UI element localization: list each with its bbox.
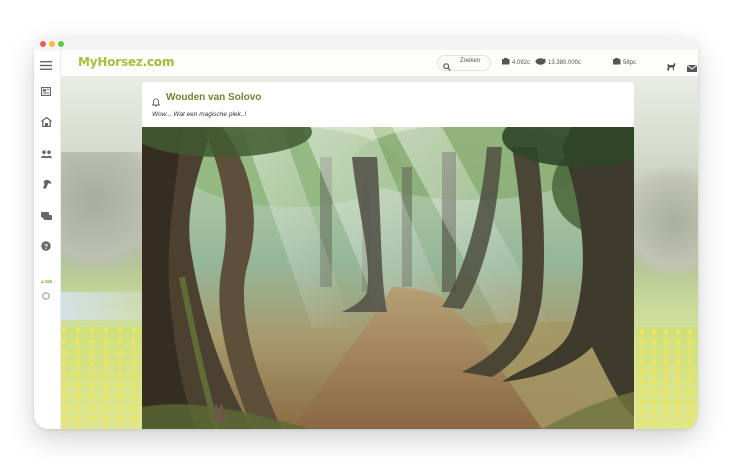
badge-label: ▲158: [40, 278, 52, 284]
search-icon: [443, 58, 451, 76]
circle-icon[interactable]: [40, 290, 52, 302]
location-subtitle: Wow... Wat een magische plek..!: [152, 111, 247, 118]
horse-silhouette-icon[interactable]: [666, 58, 676, 76]
search-box[interactable]: Zoeken: [437, 55, 491, 71]
forest-scene-svg: [142, 127, 634, 429]
points-stat: 58pc: [613, 58, 636, 67]
maximize-window-button[interactable]: [58, 41, 64, 47]
notification-badge: ▲158: [39, 275, 53, 287]
points-icon: [613, 58, 621, 67]
money-value: 13.380.000c: [548, 59, 582, 66]
mail-icon[interactable]: [686, 59, 698, 77]
chat-icon[interactable]: [40, 210, 52, 222]
browser-window: ? ▲158 MyHorsez.com Zoeken 4.092c 13.380…: [34, 37, 698, 429]
search-label: Zoeken: [460, 58, 481, 64]
sidebar: ? ▲158: [34, 50, 61, 429]
points-value: 58pc: [623, 59, 637, 66]
news-icon[interactable]: [40, 85, 52, 97]
bell-icon: [151, 94, 161, 112]
background-flowers-right: [636, 327, 698, 429]
location-card: Wouden van Solovo Wow... Wat een magisch…: [142, 82, 634, 429]
menu-icon[interactable]: [40, 59, 52, 71]
logo-domain: .com: [142, 55, 175, 69]
coins-icon: [502, 58, 510, 67]
close-window-button[interactable]: [40, 41, 46, 47]
help-icon[interactable]: ?: [40, 240, 52, 252]
logo-text: MyHorsez: [78, 55, 143, 69]
location-title: Wouden van Solovo: [166, 92, 262, 103]
community-icon[interactable]: [40, 148, 52, 160]
minimize-window-button[interactable]: [49, 41, 55, 47]
svg-text:?: ?: [44, 244, 48, 251]
coins-value: 4.092c: [512, 59, 531, 66]
site-logo[interactable]: MyHorsez.com: [78, 55, 174, 69]
horse-icon[interactable]: [40, 178, 52, 190]
money-icon: [535, 58, 546, 67]
coins-stat: 4.092c: [502, 58, 530, 67]
stable-icon[interactable]: [40, 116, 52, 128]
forest-illustration: [142, 127, 634, 429]
window-titlebar: [34, 37, 698, 50]
money-stat: 13.380.000c: [535, 58, 581, 67]
top-bar: MyHorsez.com Zoeken 4.092c 13.380.000c 5…: [61, 50, 698, 77]
